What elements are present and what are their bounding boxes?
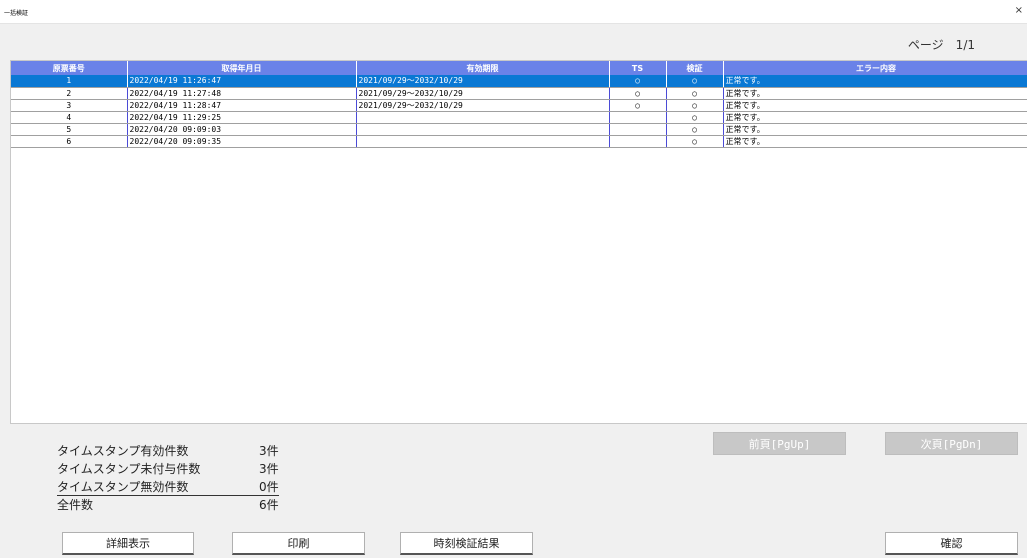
window-title: 一括検証 bbox=[4, 10, 29, 17]
cell-verify: ○ bbox=[666, 123, 724, 136]
summary-unassigned-count: 3件 bbox=[259, 462, 279, 476]
cell-verify: ○ bbox=[666, 99, 724, 112]
next-page-button[interactable]: 次頁[PgDn] bbox=[885, 432, 1018, 455]
cell-valid-period bbox=[356, 111, 610, 124]
prev-page-button[interactable]: 前頁[PgUp] bbox=[713, 432, 846, 455]
summary-total-label: 全件数 bbox=[57, 498, 94, 512]
summary-invalid-count: 0件 bbox=[259, 480, 279, 496]
cell-error: 正常です。 bbox=[723, 111, 1027, 124]
print-button[interactable]: 印刷 bbox=[232, 532, 365, 555]
cell-slip-no: 6 bbox=[11, 135, 128, 148]
cell-acquired-date: 2022/04/19 11:28:47 bbox=[127, 99, 357, 112]
summary-unassigned-label: タイムスタンプ未付与件数 bbox=[57, 462, 201, 476]
table-row[interactable]: 1 2022/04/19 11:26:47 2021/09/29～2032/10/2… bbox=[11, 75, 1027, 88]
cell-ts bbox=[609, 111, 667, 124]
title-bar: 一括検証 × bbox=[0, 0, 1027, 24]
column-header-ts[interactable]: TS bbox=[609, 61, 667, 75]
cell-valid-period: 2021/09/29～2032/10/29 bbox=[356, 99, 610, 112]
confirm-button[interactable]: 確認 bbox=[885, 532, 1018, 555]
column-header-error[interactable]: エラー内容 bbox=[723, 61, 1027, 75]
cell-verify: ○ bbox=[666, 111, 724, 124]
column-header-valid-period[interactable]: 有効期限 bbox=[356, 61, 610, 75]
cell-slip-no: 2 bbox=[11, 87, 128, 100]
cell-valid-period bbox=[356, 135, 610, 148]
cell-verify: ○ bbox=[666, 75, 724, 88]
cell-acquired-date: 2022/04/19 11:27:48 bbox=[127, 87, 357, 100]
cell-slip-no: 1 bbox=[11, 75, 128, 88]
cell-verify: ○ bbox=[666, 87, 724, 100]
cell-acquired-date: 2022/04/20 09:09:03 bbox=[127, 123, 357, 136]
results-grid: 原票番号 取得年月日 有効期限 TS 検証 エラー内容 1 2022/04/19 … bbox=[10, 60, 1027, 424]
table-row[interactable]: 4 2022/04/19 11:29:25 ○ 正常です。 bbox=[11, 111, 1027, 124]
cell-slip-no: 5 bbox=[11, 123, 128, 136]
table-row[interactable]: 5 2022/04/20 09:09:03 ○ 正常です。 bbox=[11, 123, 1027, 136]
cell-ts bbox=[609, 135, 667, 148]
summary-valid-count: 3件 bbox=[259, 444, 279, 458]
cell-slip-no: 3 bbox=[11, 99, 128, 112]
cell-error: 正常です。 bbox=[723, 75, 1027, 88]
cell-verify: ○ bbox=[666, 135, 724, 148]
table-row[interactable]: 3 2022/04/19 11:28:47 2021/09/29～2032/10/2… bbox=[11, 99, 1027, 112]
cell-valid-period: 2021/09/29～2032/10/29 bbox=[356, 87, 610, 100]
cell-acquired-date: 2022/04/19 11:26:47 bbox=[127, 75, 357, 88]
cell-ts: ○ bbox=[609, 99, 667, 112]
cell-error: 正常です。 bbox=[723, 135, 1027, 148]
column-header-slip-no[interactable]: 原票番号 bbox=[11, 61, 128, 75]
cell-error: 正常です。 bbox=[723, 99, 1027, 112]
cell-acquired-date: 2022/04/19 11:29:25 bbox=[127, 111, 357, 124]
cell-valid-period bbox=[356, 123, 610, 136]
cell-ts: ○ bbox=[609, 87, 667, 100]
time-verify-result-button[interactable]: 時刻検証結果 bbox=[400, 532, 533, 555]
table-header: 原票番号 取得年月日 有効期限 TS 検証 エラー内容 bbox=[11, 61, 1027, 75]
summary-invalid-label: タイムスタンプ無効件数 bbox=[57, 478, 275, 496]
cell-error: 正常です。 bbox=[723, 123, 1027, 136]
summary-valid-label: タイムスタンプ有効件数 bbox=[57, 444, 189, 458]
close-icon[interactable]: × bbox=[1015, 6, 1023, 16]
results-table: 原票番号 取得年月日 有効期限 TS 検証 エラー内容 1 2022/04/19 … bbox=[11, 61, 1027, 148]
cell-ts: ○ bbox=[609, 75, 667, 88]
page-indicator: ページ 1/1 bbox=[907, 38, 975, 52]
cell-acquired-date: 2022/04/20 09:09:35 bbox=[127, 135, 357, 148]
cell-error: 正常です。 bbox=[723, 87, 1027, 100]
column-header-acquired-date[interactable]: 取得年月日 bbox=[127, 61, 357, 75]
summary-total-count: 6件 bbox=[259, 498, 279, 512]
table-body: 1 2022/04/19 11:26:47 2021/09/29～2032/10/2… bbox=[11, 75, 1027, 148]
table-row[interactable]: 6 2022/04/20 09:09:35 ○ 正常です。 bbox=[11, 135, 1027, 148]
cell-valid-period: 2021/09/29～2032/10/29 bbox=[356, 75, 610, 88]
detail-button[interactable]: 詳細表示 bbox=[62, 532, 194, 555]
cell-ts bbox=[609, 123, 667, 136]
column-header-verify[interactable]: 検証 bbox=[666, 61, 724, 75]
table-row[interactable]: 2 2022/04/19 11:27:48 2021/09/29～2032/10/2… bbox=[11, 87, 1027, 100]
cell-slip-no: 4 bbox=[11, 111, 128, 124]
